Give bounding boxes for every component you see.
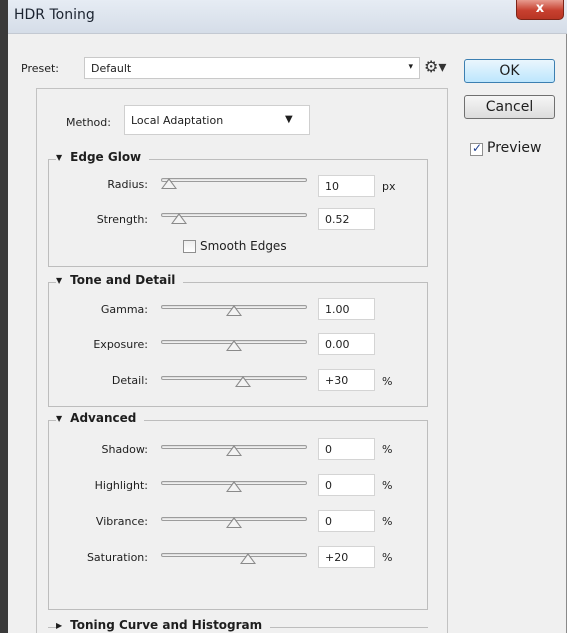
edge-glow-header[interactable]: ▼ Edge Glow <box>56 150 150 164</box>
saturation-value: +20 <box>325 551 349 564</box>
preview-label: Preview <box>487 140 542 156</box>
tone-detail-header[interactable]: ▼ Tone and Detail <box>56 273 184 287</box>
exposure-slider[interactable] <box>161 340 307 351</box>
strength-slider-thumb[interactable] <box>171 213 188 224</box>
method-label: Method: <box>66 116 111 129</box>
expand-triangle-icon: ▼ <box>56 414 63 423</box>
radius-slider-thumb[interactable] <box>161 178 178 189</box>
radius-input[interactable]: 10 <box>318 175 375 197</box>
highlight-unit: % <box>382 479 393 492</box>
strength-label: Strength: <box>96 213 148 226</box>
radius-unit: px <box>382 180 396 193</box>
highlight-slider-thumb[interactable] <box>226 481 242 492</box>
shadow-input[interactable]: 0 <box>318 438 375 460</box>
chevron-down-icon: ▼ <box>285 114 293 125</box>
saturation-label: Saturation: <box>86 551 148 564</box>
vibrance-input[interactable]: 0 <box>318 510 375 532</box>
exposure-value: 0.00 <box>325 338 350 351</box>
detail-unit: % <box>382 375 393 388</box>
toning-curve-header[interactable]: ▶ Toning Curve and Histogram <box>56 618 271 632</box>
gamma-value: 1.00 <box>325 303 350 316</box>
cancel-button[interactable]: Cancel <box>464 95 555 119</box>
shadow-label: Shadow: <box>101 443 148 456</box>
gamma-label: Gamma: <box>100 303 148 316</box>
vibrance-slider-thumb[interactable] <box>226 517 242 528</box>
screen-left-edge <box>0 0 8 633</box>
window-title: HDR Toning <box>14 7 95 23</box>
ok-button[interactable]: OK <box>464 59 555 83</box>
preset-dropdown[interactable]: Default ▾ <box>84 57 420 79</box>
shadow-slider-thumb[interactable] <box>226 445 242 456</box>
gear-icon[interactable]: ⚙▾ <box>424 57 446 76</box>
hdr-toning-dialog: HDR Toning x Preset: Default ▾ ⚙▾ OK Can… <box>8 0 567 633</box>
collapse-triangle-icon: ▶ <box>56 621 63 630</box>
edge-glow-title: Edge Glow <box>70 150 142 164</box>
vibrance-label: Vibrance: <box>95 515 148 528</box>
radius-value: 10 <box>325 180 339 193</box>
saturation-input[interactable]: +20 <box>318 546 375 568</box>
gamma-input[interactable]: 1.00 <box>318 298 375 320</box>
chevron-down-icon: ▾ <box>408 62 413 72</box>
dialog-body: Preset: Default ▾ ⚙▾ OK Cancel Preview M… <box>8 35 567 633</box>
saturation-slider-thumb[interactable] <box>240 553 257 564</box>
shadow-slider[interactable] <box>161 445 307 456</box>
toning-curve-title: Toning Curve and Histogram <box>70 618 263 632</box>
exposure-input[interactable]: 0.00 <box>318 333 375 355</box>
vibrance-slider[interactable] <box>161 517 307 528</box>
method-value: Local Adaptation <box>131 114 224 127</box>
preset-value: Default <box>91 62 132 75</box>
exposure-slider-thumb[interactable] <box>226 340 242 351</box>
vibrance-unit: % <box>382 515 393 528</box>
smooth-edges-checkbox[interactable] <box>183 240 196 253</box>
gamma-slider[interactable] <box>161 305 307 316</box>
method-dropdown[interactable]: Local Adaptation ▼ <box>124 105 310 135</box>
detail-label: Detail: <box>111 374 148 387</box>
highlight-label: Highlight: <box>94 479 148 492</box>
tone-detail-title: Tone and Detail <box>70 273 176 287</box>
strength-slider[interactable] <box>161 213 307 224</box>
saturation-slider[interactable] <box>161 553 307 564</box>
gamma-slider-thumb[interactable] <box>226 305 242 316</box>
detail-slider[interactable] <box>161 376 307 387</box>
close-button[interactable]: x <box>516 0 564 20</box>
radius-slider[interactable] <box>161 178 307 189</box>
shadow-unit: % <box>382 443 393 456</box>
advanced-title: Advanced <box>70 411 137 425</box>
preset-label: Preset: <box>21 62 60 75</box>
radius-label: Radius: <box>107 178 148 191</box>
shadow-value: 0 <box>325 443 332 456</box>
detail-value: +30 <box>325 374 349 387</box>
detail-slider-thumb[interactable] <box>234 376 251 387</box>
advanced-header[interactable]: ▼ Advanced <box>56 411 145 425</box>
screen-right-edge <box>567 0 576 633</box>
highlight-slider[interactable] <box>161 481 307 492</box>
expand-triangle-icon: ▼ <box>56 153 63 162</box>
title-bar[interactable]: HDR Toning x <box>8 0 567 34</box>
strength-input[interactable]: 0.52 <box>318 208 375 230</box>
saturation-unit: % <box>382 551 393 564</box>
vibrance-value: 0 <box>325 515 332 528</box>
preview-checkbox[interactable] <box>470 141 483 156</box>
expand-triangle-icon: ▼ <box>56 276 63 285</box>
highlight-input[interactable]: 0 <box>318 474 375 496</box>
exposure-label: Exposure: <box>93 338 148 351</box>
strength-value: 0.52 <box>325 213 350 226</box>
highlight-value: 0 <box>325 479 332 492</box>
smooth-edges-label: Smooth Edges <box>200 239 287 253</box>
detail-input[interactable]: +30 <box>318 369 375 391</box>
